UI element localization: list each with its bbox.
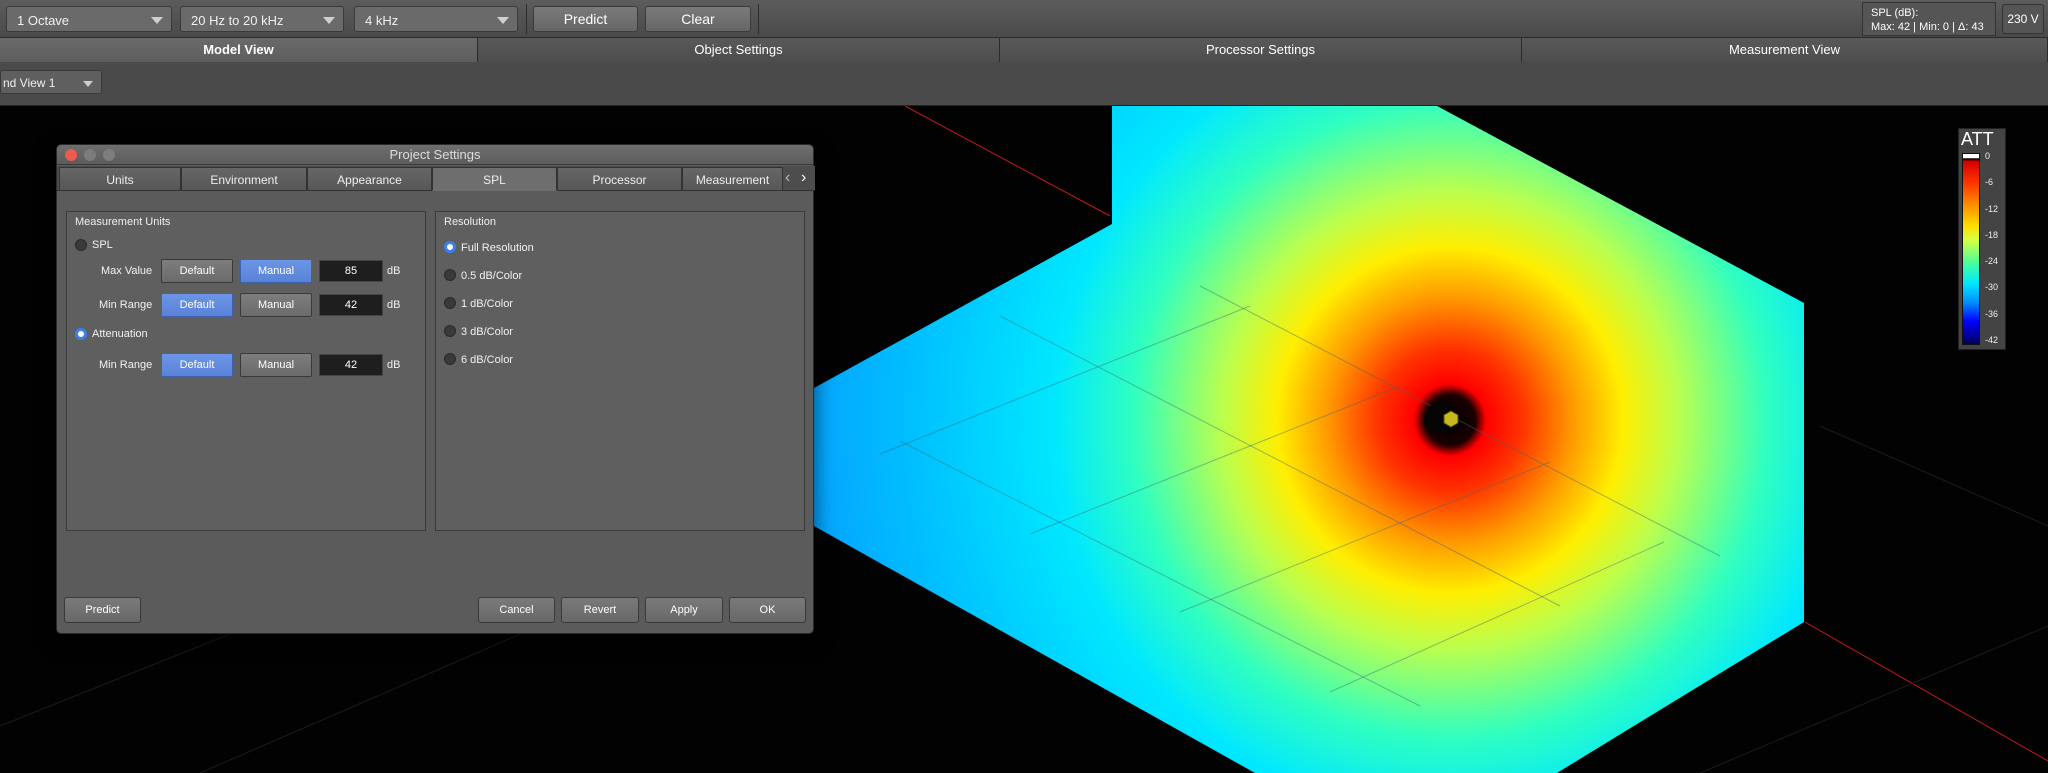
legend-tick: 0 (1985, 151, 1991, 161)
spl-min-default-button[interactable]: Default (161, 293, 233, 317)
resolution-title: Resolution (444, 216, 496, 228)
ok-button[interactable]: OK (729, 597, 806, 623)
axis-line (904, 106, 1111, 217)
resolution-option-label: 1 dB/Color (461, 298, 513, 310)
tab-spl[interactable]: SPL (432, 167, 557, 191)
unit-label: dB (387, 359, 401, 371)
measurement-units-group: Measurement Units SPL Max Value Default … (66, 211, 426, 531)
close-icon[interactable] (65, 149, 77, 161)
att-min-manual-button[interactable]: Manual (240, 353, 312, 377)
chevron-right-icon[interactable]: › (801, 169, 806, 187)
view-select-value: nd View 1 (3, 76, 56, 90)
chevron-down-icon (497, 17, 509, 24)
legend-tick: -12 (1985, 204, 1999, 214)
clear-button[interactable]: Clear (645, 6, 751, 32)
resolution-group: Resolution Full Resolution 0.5 dB/Color … (435, 211, 805, 531)
legend-tick: -30 (1985, 282, 1999, 292)
spl-radio[interactable] (75, 239, 87, 251)
att-min-range-input[interactable]: 42 (319, 354, 383, 376)
measurement-units-title: Measurement Units (75, 216, 171, 228)
chevron-down-icon (83, 81, 93, 87)
frequency-range-select[interactable]: 20 Hz to 20 kHz (180, 6, 344, 32)
toolbar-divider (758, 4, 759, 34)
dialog-predict-button[interactable]: Predict (64, 597, 141, 623)
legend-tick: -42 (1985, 335, 1999, 345)
tab-model-view[interactable]: Model View (0, 38, 478, 62)
apply-button[interactable]: Apply (645, 597, 723, 623)
tab-appearance[interactable]: Appearance (307, 167, 432, 191)
spl-max-default-button[interactable]: Default (161, 259, 233, 283)
tab-units[interactable]: Units (59, 167, 181, 191)
legend-tick: -6 (1985, 177, 1994, 187)
spl-min-range-input[interactable]: 42 (319, 294, 383, 316)
top-toolbar: 1 Octave 20 Hz to 20 kHz 4 kHz Predict C… (0, 0, 2048, 38)
minimize-icon[interactable] (84, 149, 96, 161)
revert-button[interactable]: Revert (561, 597, 639, 623)
resolution-radio-3[interactable] (444, 325, 456, 337)
spl-readout-values: Max: 42 | Min: 0 | Δ: 43 (1871, 21, 1984, 33)
spl-max-value-input[interactable]: 85 (319, 260, 383, 282)
voltage-button[interactable]: 230 V (2002, 4, 2044, 34)
tab-object-settings[interactable]: Object Settings (478, 38, 1000, 62)
dialog-title: Project Settings (389, 147, 481, 162)
speaker-icon[interactable] (1443, 410, 1459, 428)
spl-readout: SPL (dB): Max: 42 | Min: 0 | Δ: 43 (1862, 2, 1996, 36)
spl-min-manual-button[interactable]: Manual (240, 293, 312, 317)
predict-button[interactable]: Predict (533, 6, 638, 32)
attenuation-legend: ATT 0 -6 -12 -18 -24 -30 -36 -42 (1958, 128, 2006, 350)
spl-heatmap-plane (814, 106, 1804, 773)
unit-label: dB (387, 265, 401, 277)
resolution-radio-1[interactable] (444, 297, 456, 309)
legend-tick: -18 (1985, 230, 1999, 240)
resolution-radio-6[interactable] (444, 353, 456, 365)
bandwidth-value: 1 Octave (17, 13, 70, 28)
main-tab-bar: Model View Object Settings Processor Set… (0, 38, 2048, 62)
unit-label: dB (387, 299, 401, 311)
toolbar-divider (526, 4, 527, 34)
zoom-icon[interactable] (103, 149, 115, 161)
legend-title: ATT (1961, 129, 1994, 149)
spl-max-manual-button[interactable]: Manual (240, 259, 312, 283)
chevron-down-icon (151, 17, 163, 24)
tab-measurement-view[interactable]: Measurement View (1522, 38, 2048, 62)
legend-tick: -24 (1985, 256, 1999, 266)
resolution-radio-0-5[interactable] (444, 269, 456, 281)
legend-color-bar (1962, 153, 1980, 345)
tab-measurement[interactable]: Measurement (682, 167, 783, 191)
min-range-label: Min Range (99, 299, 153, 311)
legend-tick: -36 (1985, 309, 1999, 319)
chevron-left-icon[interactable]: ‹ (785, 169, 790, 187)
dialog-titlebar[interactable]: Project Settings (57, 145, 813, 165)
attenuation-label: Attenuation (92, 328, 148, 340)
frequency-value: 4 kHz (365, 13, 399, 28)
chevron-down-icon (323, 17, 335, 24)
resolution-option-label: 0.5 dB/Color (461, 270, 523, 282)
frequency-range-value: 20 Hz to 20 kHz (191, 13, 284, 28)
dialog-tab-bar: Units Environment Appearance SPL Process… (57, 166, 815, 191)
spl-label: SPL (92, 239, 113, 251)
project-settings-dialog: Project Settings Units Environment Appea… (56, 144, 815, 634)
view-bar: nd View 1 (0, 62, 2048, 106)
tab-environment[interactable]: Environment (181, 167, 307, 191)
cancel-button[interactable]: Cancel (478, 597, 555, 623)
bandwidth-select[interactable]: 1 Octave (6, 6, 172, 32)
resolution-radio-full[interactable] (444, 241, 456, 253)
resolution-option-label: 3 dB/Color (461, 326, 513, 338)
attenuation-radio[interactable] (75, 328, 87, 340)
tab-processor[interactable]: Processor (557, 167, 682, 191)
view-select[interactable]: nd View 1 (0, 70, 102, 94)
max-value-label: Max Value (101, 265, 153, 277)
att-min-default-button[interactable]: Default (161, 353, 233, 377)
frequency-select[interactable]: 4 kHz (354, 6, 518, 32)
min-range-label: Min Range (99, 359, 153, 371)
resolution-option-label: Full Resolution (461, 242, 534, 254)
axis-line (1804, 621, 2048, 762)
resolution-option-label: 6 dB/Color (461, 354, 513, 366)
spl-readout-title: SPL (dB): (1871, 7, 1919, 19)
tab-processor-settings[interactable]: Processor Settings (1000, 38, 1522, 62)
